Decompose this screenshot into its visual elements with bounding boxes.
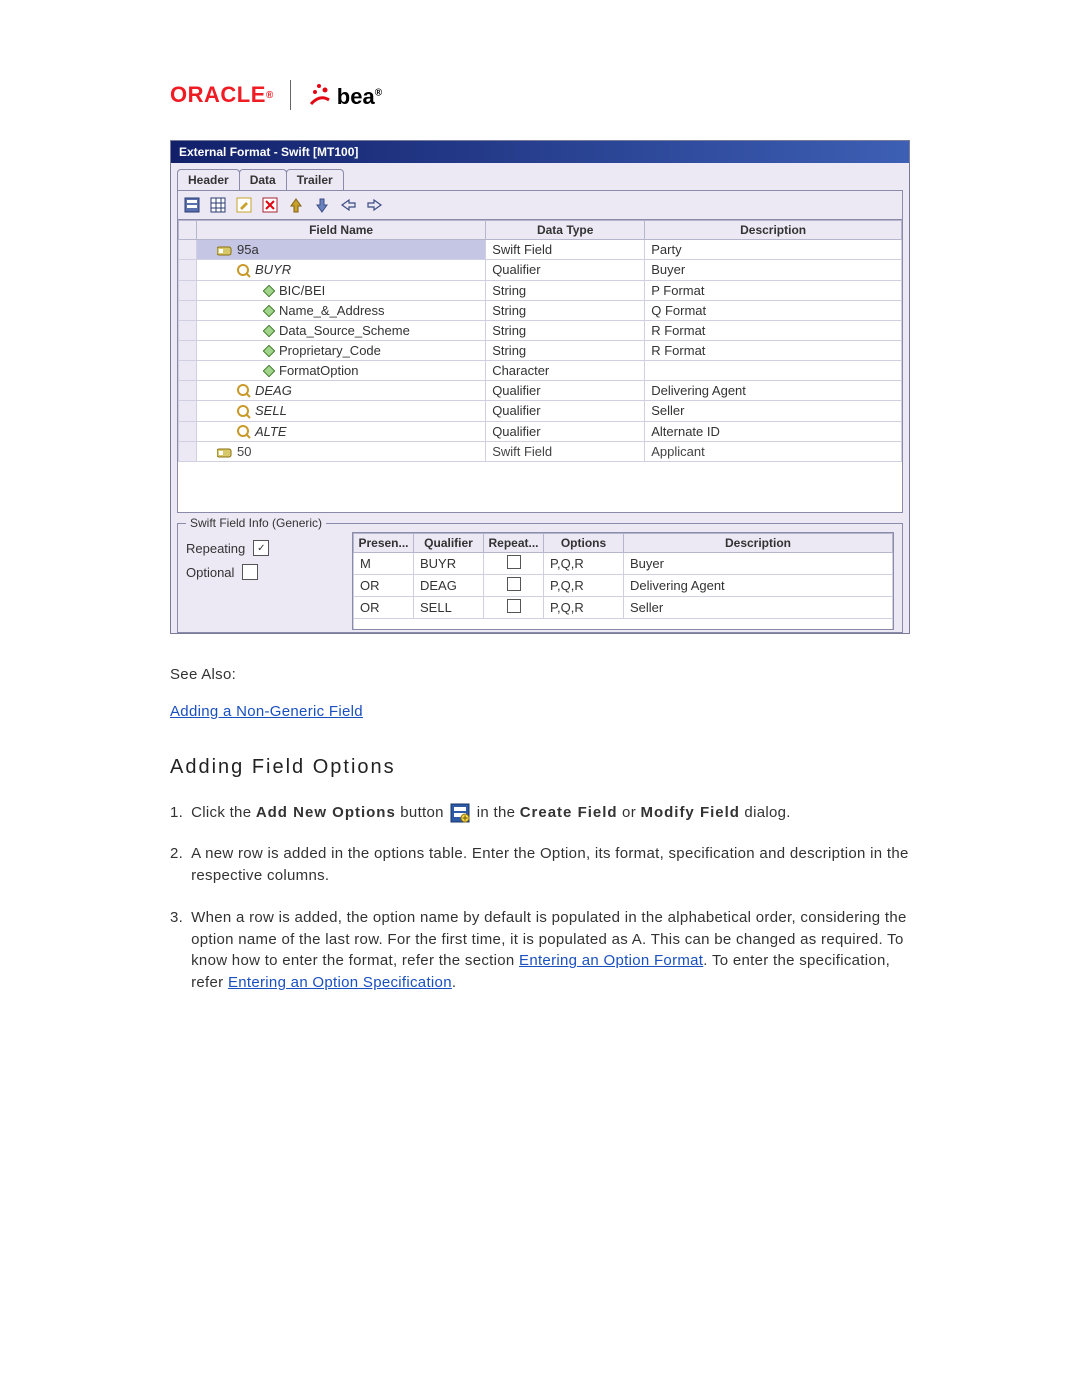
qualifier-grid[interactable]: Presen... Qualifier Repeat... Options De… — [352, 532, 894, 630]
toolbar — [177, 190, 903, 219]
repeat-checkbox[interactable] — [507, 577, 521, 591]
window-title: External Format - Swift [MT100] — [171, 141, 909, 163]
tab-header[interactable]: Header — [177, 169, 240, 190]
move-down-icon[interactable] — [312, 195, 332, 215]
fieldset-legend: Swift Field Info (Generic) — [186, 516, 326, 530]
link-option-spec[interactable]: Entering an Option Specification — [228, 974, 452, 991]
col-presence[interactable]: Presen... — [354, 534, 414, 553]
table-row[interactable]: DEAGQualifierDelivering Agent — [179, 380, 902, 401]
table-row[interactable]: SELLQualifierSeller — [179, 401, 902, 422]
move-left-icon[interactable] — [338, 195, 358, 215]
step-3: 3. When a row is added, the option name … — [170, 907, 910, 994]
col-field-name[interactable]: Field Name — [197, 221, 486, 240]
see-also-label: See Also: — [170, 664, 910, 686]
link-non-generic[interactable]: Adding a Non-Generic Field — [170, 703, 363, 720]
col-data-type[interactable]: Data Type — [486, 221, 645, 240]
table-row[interactable]: ORDEAGP,Q,RDelivering Agent — [354, 575, 893, 597]
step-1: 1. Click the Add New Options button in t… — [170, 802, 910, 824]
move-right-icon[interactable] — [364, 195, 384, 215]
swift-field-info: Swift Field Info (Generic) Repeating Opt… — [177, 523, 903, 633]
new-field-icon[interactable] — [182, 195, 202, 215]
move-up-icon[interactable] — [286, 195, 306, 215]
document-body: See Also: Adding a Non-Generic Field Add… — [170, 664, 910, 994]
table-row[interactable]: Name_&_AddressStringQ Format — [179, 300, 902, 320]
table-row[interactable]: BUYRQualifierBuyer — [179, 260, 902, 281]
table-row[interactable]: FormatOptionCharacter — [179, 360, 902, 380]
table-row[interactable]: 50Swift FieldApplicant — [179, 442, 902, 462]
repeating-label: Repeating — [186, 541, 245, 556]
tab-trailer[interactable]: Trailer — [286, 169, 344, 190]
delete-icon[interactable] — [260, 195, 280, 215]
brand-divider — [290, 80, 291, 110]
field-grid[interactable]: Field Name Data Type Description 95aSwif… — [177, 219, 903, 513]
col-options[interactable]: Options — [544, 534, 624, 553]
table-row[interactable]: Data_Source_SchemeStringR Format — [179, 320, 902, 340]
swift-editor-window: External Format - Swift [MT100] Header D… — [170, 140, 910, 634]
table-row[interactable]: Proprietary_CodeStringR Format — [179, 340, 902, 360]
brand-block: ORACLE® bea® — [170, 80, 910, 110]
bea-logo: bea® — [307, 80, 382, 110]
edit-icon[interactable] — [234, 195, 254, 215]
col-qualifier[interactable]: Qualifier — [414, 534, 484, 553]
grid-icon[interactable] — [208, 195, 228, 215]
add-new-options-icon — [450, 803, 470, 823]
heading-adding-field-options: Adding Field Options — [170, 753, 910, 782]
tab-bar: Header Data Trailer — [177, 169, 903, 190]
table-row[interactable]: ORSELLP,Q,RSeller — [354, 597, 893, 619]
repeating-checkbox[interactable] — [253, 540, 269, 556]
oracle-logo: ORACLE® — [170, 82, 274, 108]
table-row[interactable]: ALTEQualifierAlternate ID — [179, 421, 902, 442]
optional-checkbox[interactable] — [242, 564, 258, 580]
table-row[interactable]: MBUYRP,Q,RBuyer — [354, 553, 893, 575]
table-row[interactable]: BIC/BEIStringP Format — [179, 280, 902, 300]
optional-label: Optional — [186, 565, 234, 580]
step-2: 2. A new row is added in the options tab… — [170, 843, 910, 887]
col-repeat[interactable]: Repeat... — [484, 534, 544, 553]
table-row[interactable]: 95aSwift FieldParty — [179, 240, 902, 260]
col-description[interactable]: Description — [645, 221, 902, 240]
tab-data[interactable]: Data — [239, 169, 287, 190]
col-desc2[interactable]: Description — [624, 534, 893, 553]
repeat-checkbox[interactable] — [507, 599, 521, 613]
link-option-format[interactable]: Entering an Option Format — [519, 952, 703, 969]
repeat-checkbox[interactable] — [507, 555, 521, 569]
